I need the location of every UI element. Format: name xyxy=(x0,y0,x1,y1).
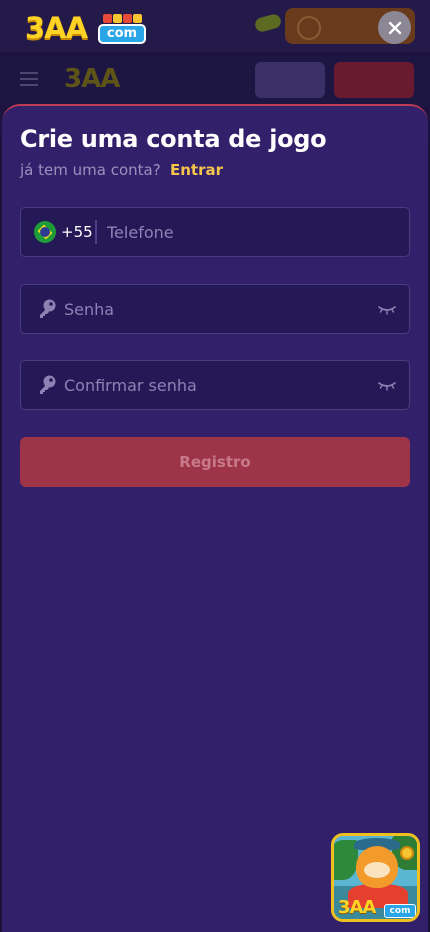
phone-divider xyxy=(95,220,97,244)
password-input[interactable] xyxy=(64,285,364,333)
background-header: 3AA xyxy=(0,56,430,106)
close-button[interactable] xyxy=(378,11,411,44)
phone-field: +55 xyxy=(20,207,410,257)
coin-icon xyxy=(400,846,414,860)
phone-input[interactable] xyxy=(107,208,397,256)
have-account-text: já tem uma conta? xyxy=(20,161,161,179)
password-field xyxy=(20,284,410,334)
mascot-logo-suffix: com xyxy=(384,904,416,918)
key-icon xyxy=(40,299,56,318)
tiger-mascot-icon xyxy=(356,846,398,888)
brazil-flag-icon[interactable] xyxy=(34,221,56,243)
logo-decoration-icon xyxy=(101,12,145,24)
register-modal: Crie uma conta de jogo já tem uma conta?… xyxy=(2,104,428,932)
confirm-password-input[interactable] xyxy=(64,361,364,409)
brand-logo-suffix: com xyxy=(98,24,146,44)
brand-logo: 3AA com xyxy=(25,11,147,45)
background-login-button xyxy=(255,62,325,98)
register-button[interactable]: Registro xyxy=(20,437,410,487)
brand-logo-text: 3AA xyxy=(25,11,88,45)
background-banner-decoration xyxy=(253,12,283,34)
country-dial-code[interactable]: +55 xyxy=(61,222,93,242)
background-logo: 3AA xyxy=(64,64,120,94)
eye-closed-icon[interactable] xyxy=(377,378,397,392)
mascot-promo-widget[interactable]: 3AA com xyxy=(331,833,420,922)
background-register-button xyxy=(334,62,414,98)
mascot-logo-text: 3AA xyxy=(338,897,376,918)
confirm-password-field xyxy=(20,360,410,410)
key-icon xyxy=(40,375,56,394)
background-menu-icon xyxy=(20,72,38,86)
mascot-logo: 3AA com xyxy=(338,897,417,918)
close-icon xyxy=(388,21,401,34)
modal-title: Crie uma conta de jogo xyxy=(20,125,327,153)
login-link[interactable]: Entrar xyxy=(170,160,223,180)
eye-closed-icon[interactable] xyxy=(377,302,397,316)
